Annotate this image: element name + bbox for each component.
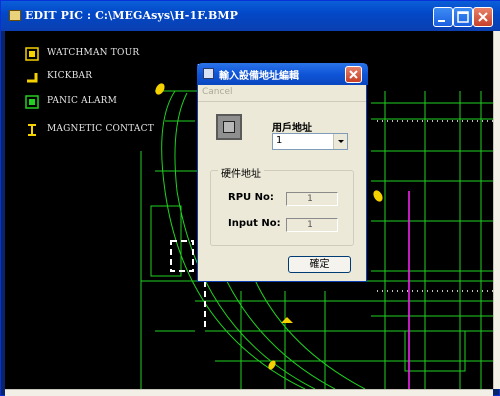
user-address-value: 1 <box>276 135 283 146</box>
app-icon <box>9 10 21 21</box>
menu-cancel[interactable]: Cancel <box>202 87 233 97</box>
dialog-title: 輸入設備地址編輯 <box>219 71 299 82</box>
legend-kickbar: KICKBAR <box>25 68 92 84</box>
input-value: 1 <box>307 220 313 230</box>
legend-label: WATCHMAN TOUR <box>47 48 140 58</box>
rpu-label: RPU No: <box>228 192 274 203</box>
close-button[interactable] <box>473 7 493 27</box>
main-window: EDIT PIC : C:\MEGAsys\H-1F.BMP WATCHMAN … <box>0 0 500 396</box>
input-field[interactable]: 1 <box>286 218 338 232</box>
maximize-button[interactable] <box>453 7 473 27</box>
user-address-label: 用戶地址 <box>272 123 312 134</box>
dialog-close-button[interactable] <box>345 66 362 83</box>
rpu-field[interactable]: 1 <box>286 192 338 206</box>
hardware-address-label: 硬件地址 <box>218 165 264 180</box>
legend-panic-alarm: PANIC ALARM <box>25 93 117 109</box>
title-bar[interactable]: EDIT PIC : C:\MEGAsys\H-1F.BMP <box>1 1 500 31</box>
dropdown-button[interactable] <box>333 134 347 149</box>
legend-label: PANIC ALARM <box>47 96 118 106</box>
input-label: Input No: <box>228 218 281 229</box>
device-icon <box>216 114 242 140</box>
kickbar-icon <box>25 69 39 83</box>
rpu-value: 1 <box>307 194 313 204</box>
maximize-icon <box>457 11 469 23</box>
watchman-tour-icon <box>25 46 39 61</box>
menu-divider <box>198 101 366 102</box>
magnetic-contact-icon <box>25 122 39 136</box>
device-address-dialog: 輸入設備地址編輯 Cancel 用戶地址 1 硬件地址 RPU No: 1 In… <box>197 63 368 282</box>
horizontal-scrollbar[interactable] <box>5 389 493 396</box>
minimize-button[interactable] <box>433 7 453 27</box>
panic-alarm-icon <box>25 94 39 109</box>
hardware-address-group <box>210 170 354 246</box>
legend-label: MAGNETIC CONTACT <box>47 124 154 134</box>
legend-label: KICKBAR <box>47 71 93 81</box>
close-icon <box>349 70 358 79</box>
close-icon <box>478 12 488 22</box>
minimize-icon <box>438 20 445 22</box>
user-address-select[interactable]: 1 <box>272 133 348 150</box>
dialog-title-bar[interactable]: 輸入設備地址編輯 <box>197 63 368 85</box>
window-title: EDIT PIC : C:\MEGAsys\H-1F.BMP <box>25 9 238 22</box>
vertical-scrollbar[interactable] <box>493 31 500 389</box>
legend-watchman-tour: WATCHMAN TOUR <box>25 45 139 61</box>
dialog-icon <box>203 68 214 79</box>
ok-button[interactable]: 確定 <box>288 256 351 273</box>
chevron-down-icon <box>338 140 344 143</box>
legend-magnetic-contact: MAGNETIC CONTACT <box>25 121 154 137</box>
